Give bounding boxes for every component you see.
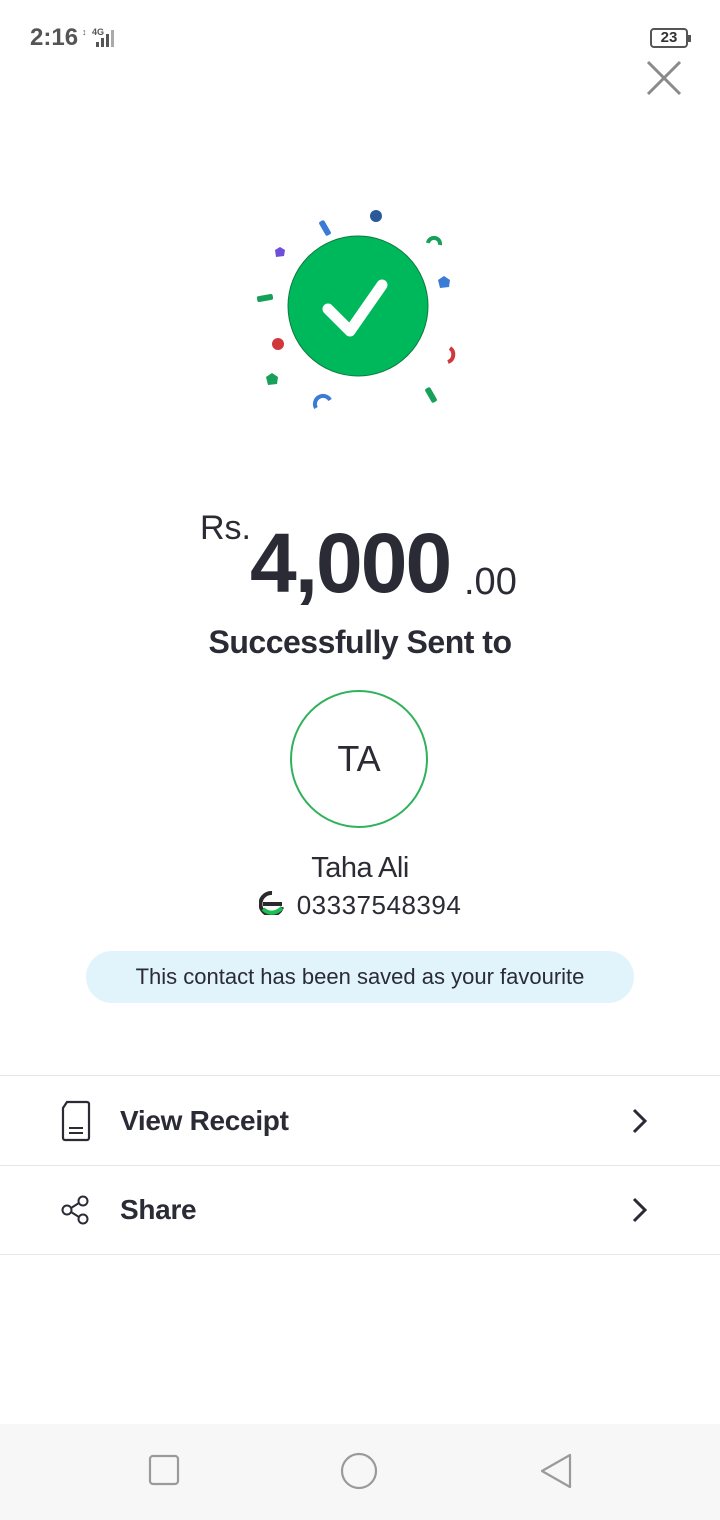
- back-triangle-icon: [540, 1453, 572, 1489]
- confetti-piece: [370, 210, 382, 222]
- success-circle: [287, 235, 429, 377]
- favourite-message: This contact has been saved as your favo…: [135, 964, 585, 989]
- signal-icon: ↕ 4G: [82, 26, 120, 53]
- system-nav-bar: [0, 1424, 720, 1520]
- receipt-icon: [58, 1099, 94, 1143]
- circle-icon: [340, 1452, 378, 1490]
- confetti-piece: [426, 235, 443, 246]
- confetti-piece: [266, 373, 278, 385]
- recents-button[interactable]: [148, 1454, 180, 1491]
- status-title: Successfully Sent to: [208, 624, 512, 660]
- recipient-number-row: 03337548394: [0, 890, 720, 921]
- amount-whole: 4,000: [250, 516, 452, 610]
- confetti-piece: [275, 247, 285, 257]
- share-label: Share: [120, 1194, 197, 1225]
- amount-decimal: .00: [464, 561, 517, 603]
- back-button[interactable]: [538, 1452, 574, 1495]
- confetti-piece: [256, 293, 274, 303]
- share-button[interactable]: Share: [0, 1165, 720, 1255]
- chevron-right-icon: [630, 1196, 650, 1224]
- battery-icon: 23: [650, 28, 691, 48]
- share-icon: [58, 1188, 94, 1232]
- success-graphic: [250, 205, 470, 415]
- recipient-number: 03337548394: [296, 890, 462, 920]
- chevron-right-icon: [630, 1107, 650, 1135]
- recipient-name: Taha Ali: [311, 852, 409, 884]
- status-bar: 2:16 ↕ 4G 23: [0, 0, 720, 76]
- view-receipt-label: View Receipt: [120, 1104, 289, 1136]
- confetti-piece: [425, 387, 437, 403]
- avatar: TA: [290, 690, 428, 828]
- avatar-initials: TA: [337, 738, 381, 779]
- confetti-piece: [438, 276, 450, 288]
- close-button[interactable]: [646, 60, 682, 96]
- confetti-piece: [447, 346, 456, 364]
- amount-currency: Rs.: [200, 509, 251, 547]
- close-icon: [646, 60, 682, 96]
- confetti-piece: [312, 393, 332, 409]
- svg-text:↕: ↕: [82, 27, 87, 37]
- view-receipt-button[interactable]: View Receipt: [0, 1075, 720, 1165]
- easypaisa-icon: [258, 891, 285, 920]
- action-menu: View Receipt Share: [0, 1075, 720, 1255]
- confetti-piece: [272, 338, 284, 350]
- status-time: 2:16: [30, 24, 79, 51]
- favourite-banner: This contact has been saved as your favo…: [86, 951, 634, 1003]
- network-type: 4G: [92, 27, 104, 37]
- square-icon: [148, 1454, 180, 1486]
- home-button[interactable]: [340, 1452, 378, 1495]
- amount: Rs. 4,000 .00: [0, 505, 720, 615]
- confetti-piece: [319, 220, 331, 236]
